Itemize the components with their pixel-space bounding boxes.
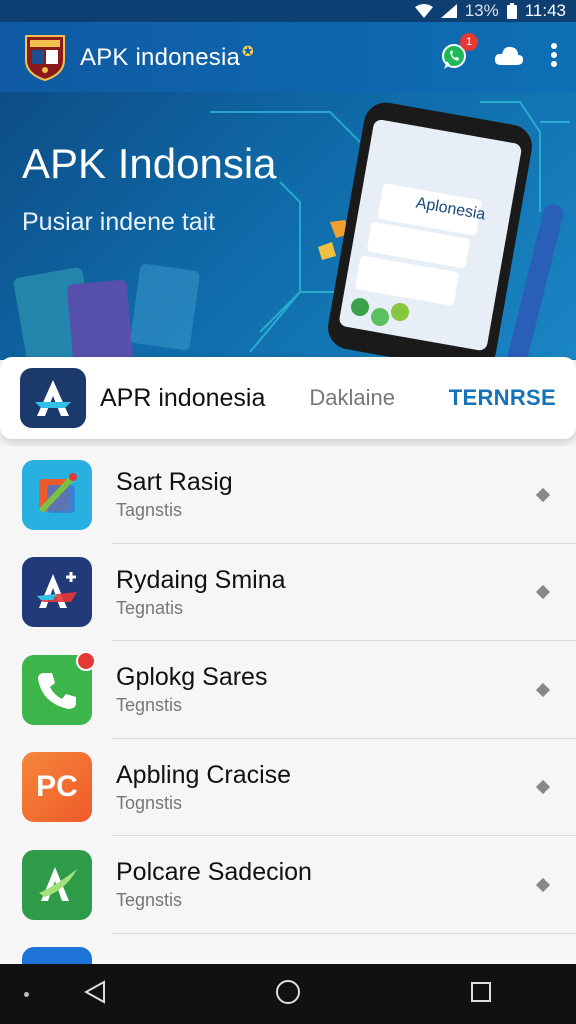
diamond-icon[interactable] bbox=[535, 877, 551, 892]
notification-badge: 1 bbox=[460, 33, 478, 51]
diamond-icon[interactable] bbox=[535, 682, 551, 697]
a-leaf-icon bbox=[22, 849, 92, 920]
diamond-icon[interactable] bbox=[535, 585, 551, 600]
phone-icon bbox=[22, 650, 96, 725]
title-badge-icon: ✪ bbox=[242, 42, 254, 59]
wifi-icon bbox=[414, 4, 433, 18]
list-item[interactable]: Gplokg Sares Tegnstis bbox=[0, 641, 576, 739]
diamond-icon[interactable] bbox=[535, 780, 551, 795]
featured-app-subtitle: Daklaine bbox=[309, 385, 395, 410]
list-item[interactable]: Polcare Sadecion Tegnstis bbox=[0, 836, 576, 934]
app-bar: APK indonesia ✪ 1 bbox=[0, 22, 576, 92]
pc-icon: PC bbox=[22, 752, 92, 823]
signal-icon bbox=[440, 4, 457, 18]
item-title: Sart Rasig bbox=[116, 468, 233, 497]
item-subtitle: Tegnstis bbox=[116, 695, 183, 716]
banner-title: APK Indonsia bbox=[22, 140, 277, 187]
list-item[interactable]: PC Apbling Cracise Tognstis bbox=[0, 739, 576, 837]
status-bar: 13% 11:43 bbox=[0, 0, 576, 22]
a-plus-icon bbox=[22, 557, 92, 628]
item-title: Rydaing Smina bbox=[116, 565, 286, 594]
promo-banner[interactable]: Aplonesia APK Indonsia Pusiar indene tai… bbox=[0, 92, 576, 360]
app-list: Sart Rasig Tagnstis Rydaing Smina Tegnat… bbox=[0, 446, 576, 964]
item-subtitle: Tegnatis bbox=[116, 597, 184, 618]
back-icon[interactable] bbox=[84, 979, 106, 1009]
partial-app-icon bbox=[22, 947, 92, 964]
app-title: APK indonesia ✪ bbox=[80, 42, 254, 71]
cloud-icon[interactable] bbox=[494, 45, 524, 70]
list-item[interactable] bbox=[0, 934, 576, 964]
system-nav-bar bbox=[0, 964, 576, 1024]
featured-action-button[interactable]: TERNRSE bbox=[449, 385, 556, 411]
item-title: Polcare Sadecion bbox=[116, 858, 312, 887]
item-subtitle: Tagnstis bbox=[116, 500, 183, 521]
home-icon[interactable] bbox=[275, 979, 301, 1010]
app-logo[interactable] bbox=[22, 32, 68, 82]
item-title: Apbling Cracise bbox=[116, 760, 292, 789]
item-subtitle: Tegnstis bbox=[116, 890, 183, 911]
list-item[interactable]: Sart Rasig Tagnstis bbox=[0, 446, 576, 544]
diamond-icon[interactable] bbox=[535, 487, 551, 502]
battery-icon bbox=[506, 3, 517, 19]
featured-app-name: APR indonesia bbox=[100, 383, 266, 412]
featured-app-card[interactable]: APR indonesia Daklaine TERNRSE bbox=[0, 357, 576, 439]
clock: 11:43 bbox=[524, 1, 566, 20]
battery-text: 13% bbox=[464, 1, 499, 20]
item-title: Gplokg Sares bbox=[116, 663, 268, 692]
item-subtitle: Tognstis bbox=[116, 792, 183, 813]
list-item[interactable]: Rydaing Smina Tegnatis bbox=[0, 544, 576, 642]
nav-dot bbox=[24, 992, 29, 997]
color-swatch-icon bbox=[22, 459, 92, 530]
recents-icon[interactable] bbox=[470, 981, 492, 1008]
a-logo-icon bbox=[20, 368, 86, 428]
banner-subtitle: Pusiar indene tait bbox=[22, 208, 216, 236]
pc-icon-label: PC bbox=[36, 770, 78, 804]
whatsapp-button[interactable]: 1 bbox=[440, 33, 478, 71]
more-menu-icon[interactable] bbox=[550, 42, 558, 72]
